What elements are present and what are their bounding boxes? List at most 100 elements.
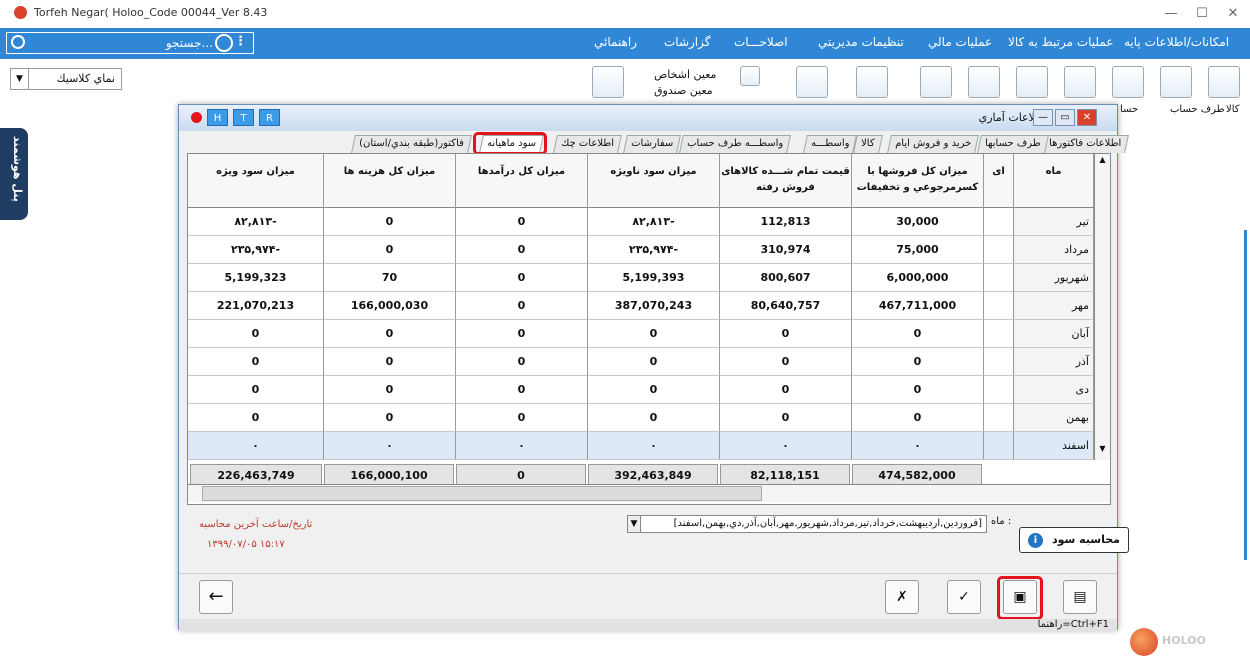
- table-cell-month[interactable]: آبان: [1014, 320, 1094, 348]
- chart-icon[interactable]: [796, 66, 828, 98]
- table-cell-cost[interactable]: 0: [720, 404, 852, 432]
- maximize-button[interactable]: ☐: [1187, 2, 1217, 26]
- smart-panel-tab[interactable]: پنل هوشمند: [0, 128, 28, 220]
- tab-invoices[interactable]: اطلاعات فاكتورها: [1041, 135, 1130, 153]
- table-cell-month[interactable]: مرداد: [1014, 236, 1094, 264]
- table-row[interactable]: تیر 30,000 112,813 ۸۲,۸۱۳- 0 0 ۸۲,۸۱۳-: [188, 208, 1094, 236]
- table-cell-cost[interactable]: 310,974: [720, 236, 852, 264]
- tab-invoice-category[interactable]: فاكتور(طبقه بندي/استان): [351, 135, 472, 153]
- table-row[interactable]: مهر 467,711,000 80,640,757 387,070,243 0 166,…: [188, 292, 1094, 320]
- theme-select[interactable]: ▼ نماي كلاسيك: [10, 68, 122, 90]
- report-icon[interactable]: [1112, 66, 1144, 98]
- table-cell[interactable]: [984, 348, 1014, 376]
- table-cell-net[interactable]: 0: [188, 320, 324, 348]
- tab-checks[interactable]: اطلاعات چك: [553, 135, 622, 153]
- table-cell-cost[interactable]: 800,607: [720, 264, 852, 292]
- table-cell-gross[interactable]: ۰: [588, 432, 720, 460]
- tab-goods[interactable]: كالا: [853, 135, 883, 153]
- table-cell-month[interactable]: تیر: [1014, 208, 1094, 236]
- table-cell-gross[interactable]: ۲۳۵,۹۷۴-: [588, 236, 720, 264]
- table-cell-income[interactable]: 0: [456, 404, 588, 432]
- toolbar-cash-ledger[interactable]: معين صندوق: [654, 84, 713, 97]
- cash-register-icon[interactable]: [856, 66, 888, 98]
- table-row[interactable]: بهمن 0 0 0 0 0 0: [188, 404, 1094, 432]
- tab-orders[interactable]: سفارشات: [623, 135, 682, 153]
- table-cell-month[interactable]: آذر: [1014, 348, 1094, 376]
- table-cell-gross[interactable]: 0: [588, 348, 720, 376]
- table-cell-net[interactable]: 5,199,323: [188, 264, 324, 292]
- table-cell-month[interactable]: دی: [1014, 376, 1094, 404]
- table-cell-expense[interactable]: 166,000,030: [324, 292, 456, 320]
- menu-reports[interactable]: گزارشات: [664, 35, 710, 49]
- more-options-icon[interactable]: ⋮: [234, 34, 247, 49]
- table-cell-sales[interactable]: 75,000: [852, 236, 984, 264]
- table-cell[interactable]: [984, 320, 1014, 348]
- back-arrow-icon[interactable]: ←: [199, 580, 233, 614]
- table-cell-net[interactable]: ۸۲,۸۱۳-: [188, 208, 324, 236]
- table-cell-expense[interactable]: 0: [324, 404, 456, 432]
- table-cell-cost[interactable]: ۰: [720, 432, 852, 460]
- vertical-scrollbar[interactable]: ▲ ▼: [1094, 154, 1110, 460]
- months-select[interactable]: [فروردين,ارديبهشت,خرداد,تير,مرداد,شهريور…: [627, 515, 987, 533]
- table-cell[interactable]: [984, 376, 1014, 404]
- table-cell[interactable]: [984, 292, 1014, 320]
- dialog-close-button[interactable]: ✕: [1077, 109, 1097, 126]
- table-cell-income[interactable]: 0: [456, 236, 588, 264]
- table-cell-income[interactable]: 0: [456, 208, 588, 236]
- table-cell-gross[interactable]: 0: [588, 404, 720, 432]
- search-icon[interactable]: [11, 35, 25, 49]
- table-row[interactable]: دی 0 0 0 0 0 0: [188, 376, 1094, 404]
- table-cell-sales[interactable]: 0: [852, 376, 984, 404]
- person-ledger-icon[interactable]: [740, 66, 760, 86]
- tab-parties[interactable]: طرف حسابها: [977, 135, 1049, 153]
- table-cell-gross[interactable]: 0: [588, 320, 720, 348]
- table-cell[interactable]: [984, 208, 1014, 236]
- table-cell-cost[interactable]: 112,813: [720, 208, 852, 236]
- table-cell-cost[interactable]: 0: [720, 376, 852, 404]
- table-cell-expense[interactable]: 0: [324, 208, 456, 236]
- table-cell-cost[interactable]: 0: [720, 320, 852, 348]
- user-icon[interactable]: [215, 34, 233, 52]
- table-cell-gross[interactable]: 387,070,243: [588, 292, 720, 320]
- send-icon[interactable]: [920, 66, 952, 98]
- table-cell-income[interactable]: 0: [456, 264, 588, 292]
- table-cell-expense[interactable]: 0: [324, 348, 456, 376]
- search-input[interactable]: جستجو...: [166, 36, 213, 50]
- chart-report-icon[interactable]: ▤: [1063, 580, 1097, 614]
- tab-daily-trade[interactable]: خريد و فروش ايام: [887, 135, 980, 153]
- table-cell-gross[interactable]: 5,199,393: [588, 264, 720, 292]
- table-cell-income[interactable]: ۰: [456, 432, 588, 460]
- menu-help[interactable]: راهنمائي: [594, 35, 637, 49]
- table-cell-sales[interactable]: 30,000: [852, 208, 984, 236]
- table-cell-sales[interactable]: 0: [852, 404, 984, 432]
- tab-broker-party[interactable]: واسطـــه طرف حساب: [679, 135, 792, 153]
- chevron-down-icon[interactable]: ▼: [11, 69, 29, 89]
- goods-icon[interactable]: [1208, 66, 1240, 98]
- horizontal-scrollbar[interactable]: [188, 484, 1110, 502]
- close-button[interactable]: ✕: [1218, 2, 1248, 26]
- table-cell[interactable]: [984, 432, 1014, 460]
- table-cell-income[interactable]: 0: [456, 320, 588, 348]
- table-cell-sales[interactable]: 0: [852, 348, 984, 376]
- settings-icon[interactable]: [592, 66, 624, 98]
- table-cell-expense[interactable]: 0: [324, 236, 456, 264]
- table-cell-income[interactable]: 0: [456, 348, 588, 376]
- table-row[interactable]: مرداد 75,000 310,974 ۲۳۵,۹۷۴- 0 0 ۲۳۵,۹۷۴-: [188, 236, 1094, 264]
- scroll-down-icon[interactable]: ▼: [1096, 444, 1109, 457]
- table-row[interactable]: شهریور 6,000,000 800,607 5,199,393 0 70 5,199,…: [188, 264, 1094, 292]
- r-button[interactable]: R: [259, 109, 280, 126]
- table-cell[interactable]: [984, 236, 1014, 264]
- table-row[interactable]: آبان 0 0 0 0 0 0: [188, 320, 1094, 348]
- table-cell[interactable]: [984, 264, 1014, 292]
- menu-financial[interactable]: عملیات مالي: [928, 35, 992, 49]
- table-cell-net[interactable]: ۰: [188, 432, 324, 460]
- menu-management-settings[interactable]: تنظیمات مدیریتي: [818, 35, 904, 49]
- table-cell-month[interactable]: بهمن: [1014, 404, 1094, 432]
- table-row[interactable]: آذر 0 0 0 0 0 0: [188, 348, 1094, 376]
- table-cell-income[interactable]: 0: [456, 292, 588, 320]
- toolbar-person-ledger[interactable]: معين اشخاص: [654, 68, 716, 81]
- menu-item-operations[interactable]: عملیات مرتبط به کالا: [1008, 35, 1113, 49]
- account-party-icon[interactable]: [1160, 66, 1192, 98]
- table-row[interactable]: اسفند ۰ ۰ ۰ ۰ ۰ ۰: [188, 432, 1094, 460]
- menu-corrections[interactable]: اصلاحـــات: [734, 35, 788, 49]
